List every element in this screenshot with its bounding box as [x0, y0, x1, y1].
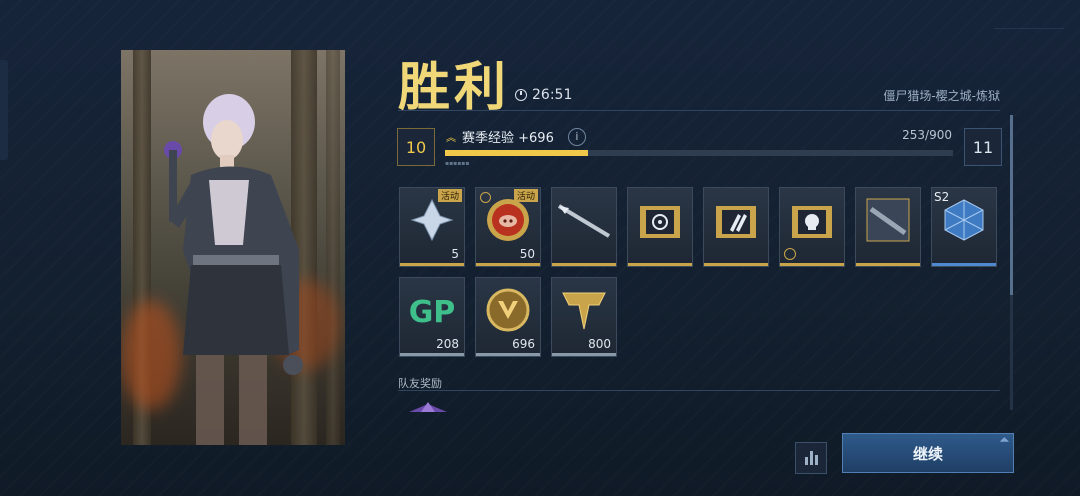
stats-button[interactable]	[795, 442, 827, 474]
chevron-up-icon: ︽	[446, 133, 456, 144]
reward-tile[interactable]	[703, 187, 769, 267]
reward-tile[interactable]: GP 208	[399, 277, 465, 357]
weapon-card-icon	[863, 195, 913, 249]
event-badge: 活动	[437, 189, 462, 202]
rarity-underline	[476, 353, 540, 356]
skull-folder-icon	[790, 200, 834, 244]
bar-chart-icon-bar	[809, 451, 813, 465]
team-divider	[398, 390, 1000, 391]
bar-chart-icon	[804, 457, 808, 465]
rarity-underline	[552, 353, 616, 356]
crystal-shard-icon	[410, 198, 454, 246]
svg-text:GP: GP	[409, 295, 456, 330]
result-title: 胜利	[398, 58, 511, 118]
reward-tile[interactable]: 活动 50	[475, 187, 541, 267]
rarity-underline	[780, 263, 844, 266]
continue-label: 继续	[912, 444, 943, 463]
rarity-underline	[856, 263, 920, 266]
reward-count: 696	[512, 337, 535, 351]
reward-count: 50	[519, 247, 535, 261]
rarity-underline	[400, 353, 464, 356]
season-label: S2	[934, 190, 950, 204]
season-exp-label: ︽ 赛季经验 +696 i	[446, 127, 586, 146]
current-level-badge: 10	[397, 128, 435, 166]
exp-progress-fill	[445, 150, 588, 156]
corner-decoration	[994, 28, 1064, 29]
exp-counter: 253/900	[902, 128, 952, 142]
rarity-underline	[932, 263, 996, 266]
character-figure	[164, 94, 303, 445]
reward-tile[interactable]	[627, 187, 693, 267]
reward-tile[interactable]: 800	[551, 277, 617, 357]
scrollbar-thumb[interactable]	[1010, 115, 1013, 295]
reward-tile[interactable]	[779, 187, 845, 267]
rarity-underline	[552, 263, 616, 266]
team-reward-icon	[409, 402, 447, 412]
team-rewards-label: 队友奖励	[398, 377, 442, 390]
match-duration: 26:51	[515, 87, 572, 103]
reward-count: 800	[588, 337, 611, 351]
rarity-underline	[628, 263, 692, 266]
reward-tile[interactable]: 696	[475, 277, 541, 357]
rarity-underline	[476, 263, 540, 266]
reward-tile[interactable]: S2	[931, 187, 997, 267]
game-mode-label: 僵尸猎场-樱之城-炼狱	[883, 89, 1000, 103]
exp-progress-bar	[445, 150, 953, 156]
gp-coin-icon: GP	[406, 290, 458, 334]
button-decoration: ◢◣	[999, 436, 1009, 443]
event-badge: 活动	[513, 189, 538, 202]
progress-bar-decoration: ▪▪▪▪▪▪	[445, 160, 470, 167]
rarity-underline	[704, 263, 768, 266]
reward-count: 5	[451, 247, 459, 261]
gold-emblem-icon	[485, 287, 531, 337]
next-level-badge: 11	[964, 128, 1002, 166]
spear-weapon-icon	[555, 198, 613, 246]
timer-icon	[480, 192, 491, 203]
blue-crate-icon	[941, 197, 987, 247]
reward-tile[interactable]: 活动 5	[399, 187, 465, 267]
season-exp-text: 赛季经验 +696	[462, 131, 554, 146]
reward-tile[interactable]	[855, 187, 921, 267]
reward-tile[interactable]	[551, 187, 617, 267]
bonus-badge-icon	[784, 248, 796, 260]
side-drawer-handle[interactable]	[0, 60, 8, 160]
bar-chart-icon-bar	[814, 455, 818, 465]
rank-emblem-icon	[559, 287, 609, 337]
pig-coin-icon	[485, 197, 531, 247]
header-divider	[398, 110, 1000, 111]
rarity-underline	[400, 263, 464, 266]
info-icon[interactable]: i	[567, 127, 586, 146]
clock-icon	[515, 89, 527, 101]
target-folder-icon	[638, 200, 682, 244]
reward-count: 208	[436, 337, 459, 351]
missile-folder-icon	[714, 200, 758, 244]
continue-button[interactable]: ◢◣ 继续	[842, 433, 1014, 473]
match-duration-text: 26:51	[532, 87, 573, 103]
character-portrait	[121, 50, 345, 445]
